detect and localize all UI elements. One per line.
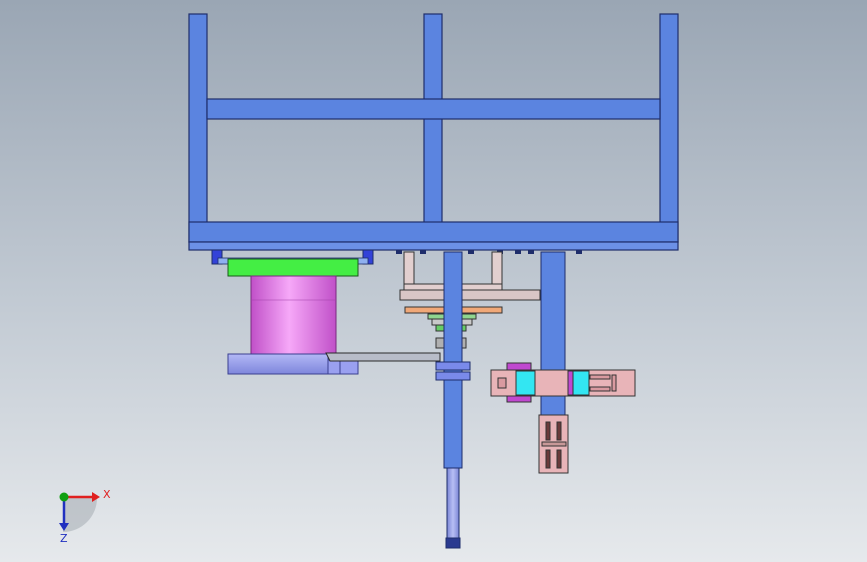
frame-bottom-beam [188, 221, 679, 243]
bottom-gripper [538, 414, 569, 474]
lavender-base [227, 353, 329, 375]
central-bracket [399, 251, 541, 349]
cad-drawing: X Z [59, 13, 679, 549]
x-axis-label: X [103, 488, 111, 501]
z-axis-label: Z [60, 532, 68, 545]
frame-left-post [188, 13, 208, 243]
magenta-cylinder [250, 275, 337, 355]
y-axis-dot [59, 492, 69, 502]
frame-upper-crossbar [206, 98, 661, 120]
main-frame [188, 13, 679, 251]
base-collar [327, 359, 359, 375]
frame-right-post [659, 13, 679, 243]
green-top-plate [227, 258, 359, 277]
cad-viewport[interactable]: X Z [0, 0, 867, 562]
frame-middle-post [423, 13, 443, 243]
support-arm [325, 352, 441, 362]
coordinate-triad: X Z [59, 488, 111, 545]
frame-base-plate [188, 241, 679, 251]
